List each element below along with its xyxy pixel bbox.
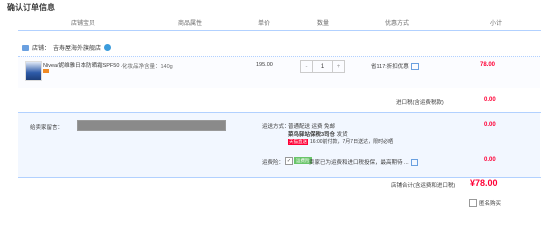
seller-message-label: 给卖家留言： [30, 125, 64, 131]
promotion-info-icon[interactable] [410, 62, 419, 70]
col-header-shop-item: 店铺宝贝 [71, 21, 96, 27]
quantity-decrease-button[interactable]: - [301, 61, 313, 72]
shop-name-link[interactable]: 吉寿屋海外旗舰店 [53, 43, 101, 52]
store-total-label: 店铺合计(含运费和进口税) [391, 183, 456, 189]
quantity-increase-button[interactable]: + [332, 61, 344, 72]
col-header-attribute: 商品属性 [178, 21, 203, 27]
quantity-stepper: - 1 + [300, 60, 345, 73]
insurance-text: 卖家已为运费和进口税投保，最高期待 ... [309, 160, 409, 166]
quantity-input[interactable]: 1 [313, 61, 332, 72]
chat-icon[interactable] [104, 44, 112, 51]
product-name-link[interactable]: Nivea/妮维雅日本防晒霜SPF50 ... [43, 61, 126, 69]
shipping-method-label: 运送方式： [262, 124, 290, 130]
shipping-method: 普通配送 运费 免邮 [288, 124, 336, 130]
item-subtotal: 78.00 [480, 62, 496, 68]
import-tax-value: 0.00 [484, 97, 496, 103]
page-title: 确认订单信息 [7, 3, 55, 12]
header-divider [18, 30, 541, 31]
import-tax-label: 进口税(含运费税款) [396, 100, 444, 106]
promotion-text: 省117:折扣优惠 [371, 64, 409, 70]
service-badge-icon [43, 69, 49, 73]
product-attribute: 化妆品净含量：140g [122, 64, 173, 70]
anonymous-purchase[interactable]: 匿名购买 [469, 199, 501, 207]
insurance-cost: 0.00 [484, 157, 496, 163]
product-thumbnail[interactable] [25, 61, 42, 81]
col-header-subtotal: 小计 [490, 21, 503, 27]
anonymous-purchase-label: 匿名购买 [479, 201, 502, 207]
total-divider [18, 177, 541, 178]
unit-price: 195.00 [256, 62, 273, 68]
shop-row: 店铺： 吉寿屋海外旗舰店 [22, 43, 112, 52]
col-header-quantity: 数量 [317, 21, 330, 27]
shipping-carrier: 菜鸟驿站保税3司仓 发货 [288, 130, 348, 138]
store-total-value: ¥78.00 [470, 178, 498, 188]
store-icon [22, 44, 29, 51]
col-header-discount: 优惠方式 [385, 21, 410, 27]
tmall-direct-badge: 天猫直送 [288, 138, 308, 145]
insurance-description: 卖家已为运费和进口税投保，最高期待 ... [309, 158, 418, 166]
seller-message-input[interactable] [77, 120, 226, 131]
insurance-label: 运费险： [262, 160, 285, 166]
col-header-unit-price: 单价 [258, 21, 271, 27]
insurance-checkbox[interactable]: ✓ [285, 157, 293, 165]
shop-label: 店铺： [32, 46, 51, 52]
promotion: 省117:折扣优惠 [371, 62, 419, 70]
shipping-cost: 0.00 [484, 122, 496, 128]
insurance-info-icon[interactable] [410, 158, 418, 166]
delivery-note: 16:00前付款，7月7日送达，限时必晒 [310, 139, 394, 145]
delivery-info: 天猫直送 16:00前付款，7月7日送达，限时必晒 [288, 138, 393, 145]
anonymous-checkbox[interactable] [469, 199, 477, 207]
